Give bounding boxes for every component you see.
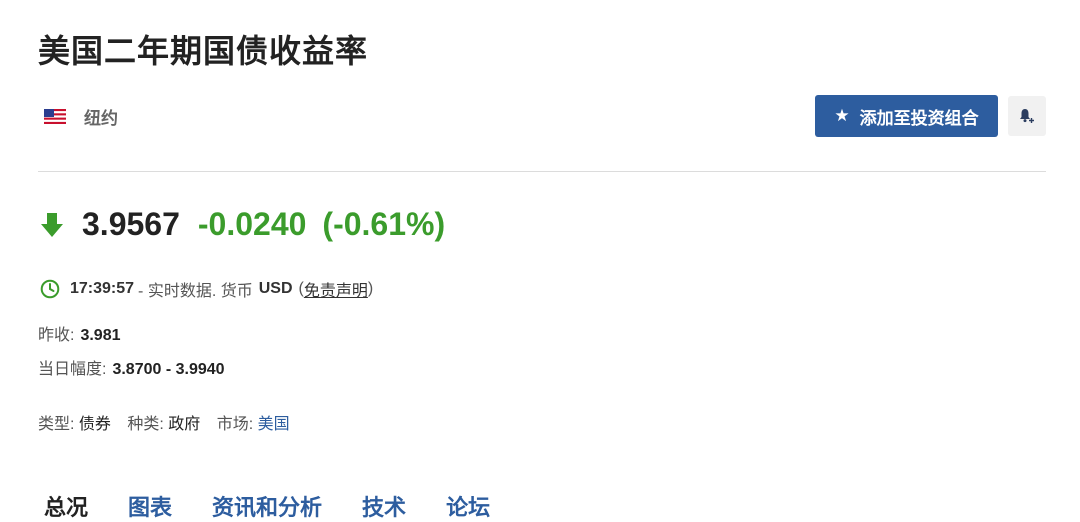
us-flag-icon <box>44 109 66 124</box>
page-title: 美国二年期国债收益率 <box>38 33 369 69</box>
add-to-portfolio-button[interactable]: ★ 添加至投资组合 <box>815 95 998 137</box>
tab-news-analysis[interactable]: 资讯和分析 <box>212 490 322 522</box>
tab-overview[interactable]: 总况 <box>44 490 88 522</box>
type-value: 债券 <box>78 416 111 433</box>
bell-plus-icon <box>1020 109 1034 123</box>
clock-icon <box>40 279 60 299</box>
day-range-value: 3.8700 - 3.9940 <box>112 361 225 378</box>
down-arrow-icon <box>41 212 63 237</box>
prev-close-label: 昨收: <box>38 327 75 344</box>
tab-chart[interactable]: 图表 <box>128 490 172 522</box>
add-to-portfolio-label: 添加至投资组合 <box>859 108 979 128</box>
star-icon: ★ <box>834 106 850 125</box>
prev-close-row: 昨收: 3.981 <box>38 321 121 345</box>
quote-timestamp: 17:39:57 - 实时数据. 货币 USD ( 免责声明 ) <box>40 277 373 301</box>
instrument-page: 美国二年期国债收益率 纽约 ★ 添加至投资组合 3.9567 -0.0240 (… <box>0 0 1080 520</box>
kind-label: 种类: <box>127 416 164 433</box>
section-tabs: 总况 图表 资讯和分析 技术 论坛 <box>44 490 530 522</box>
market-link[interactable]: 美国 <box>258 416 290 433</box>
instrument-meta: 类型: 债券 种类: 政府 市场: 美国 <box>38 410 290 434</box>
currency-code: USD <box>258 280 293 297</box>
last-price: 3.9567 <box>82 206 180 242</box>
exchange-info: 纽约 <box>44 104 118 129</box>
tab-technical[interactable]: 技术 <box>362 490 406 522</box>
realtime-text: - 实时数据. 货币 <box>138 283 253 300</box>
day-range-row: 当日幅度: 3.8700 - 3.9940 <box>38 355 225 379</box>
header-divider <box>38 171 1046 172</box>
disclaimer-link[interactable]: 免责声明 <box>304 277 368 301</box>
close-paren: ) <box>367 280 374 297</box>
day-range-label: 当日幅度: <box>38 361 107 378</box>
exchange-name: 纽约 <box>84 109 118 128</box>
price-quote: 3.9567 -0.0240 (-0.61%) <box>40 206 445 243</box>
quote-time: 17:39:57 <box>70 280 135 297</box>
type-label: 类型: <box>38 416 75 433</box>
market-label: 市场: <box>216 416 254 433</box>
create-alert-button[interactable] <box>1008 96 1046 136</box>
kind-value: 政府 <box>168 416 201 433</box>
price-change-percent: (-0.61%) <box>322 206 446 242</box>
tab-forum[interactable]: 论坛 <box>446 490 490 522</box>
price-change: -0.0240 <box>197 206 307 242</box>
prev-close-value: 3.981 <box>80 327 121 344</box>
